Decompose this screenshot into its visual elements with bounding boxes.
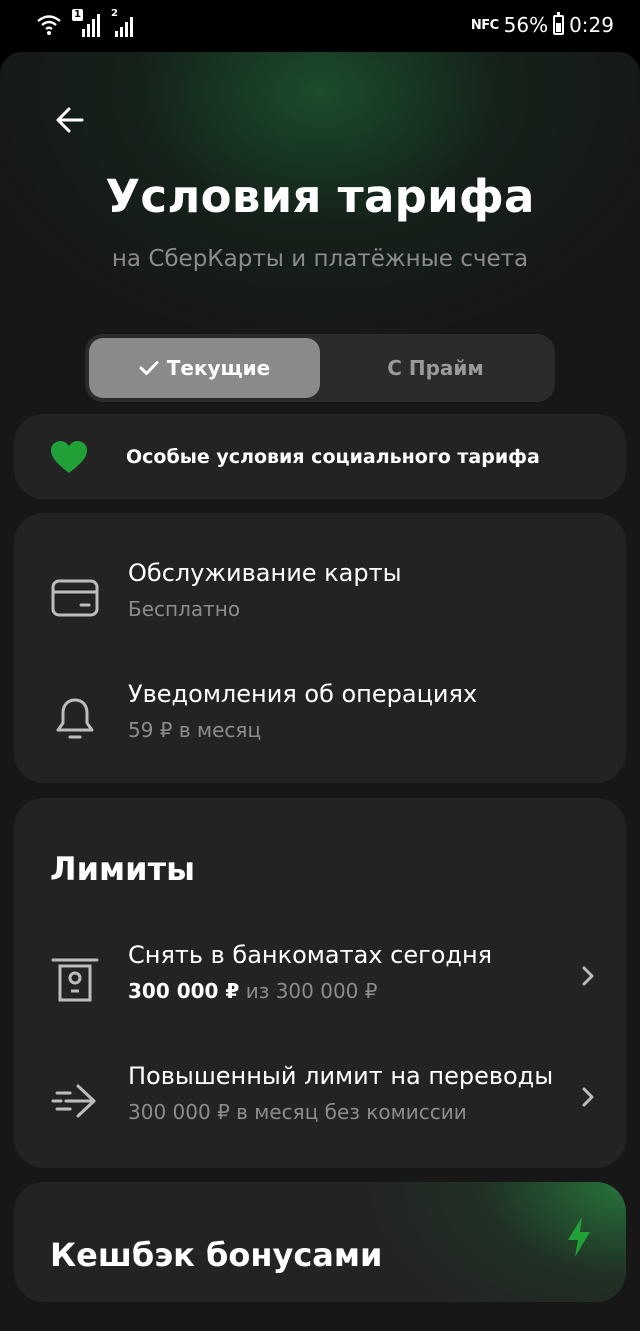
nfc-indicator: NFC <box>470 17 499 33</box>
item-title: Снять в банкоматах сегодня <box>128 941 493 969</box>
chevron-right-icon <box>576 1082 600 1112</box>
item-title: Уведомления об операциях <box>128 680 478 708</box>
tariff-switcher: Текущие С Прайм <box>85 334 555 402</box>
lightning-icon <box>568 1217 590 1257</box>
limits-title: Лимиты <box>50 850 196 888</box>
card-icon <box>48 571 102 625</box>
social-tariff-banner[interactable]: Особые условия социального тарифа <box>14 414 626 499</box>
clock: 0:29 <box>569 13 614 37</box>
signal-sim2: 2 <box>110 8 138 39</box>
signal-bars-icon <box>82 14 100 37</box>
arrow-left-icon <box>56 107 84 133</box>
limits-card: Лимиты Снять в банкоматах сегодня 300 00… <box>14 798 626 1168</box>
item-title: Обслуживание карты <box>128 559 402 587</box>
list-item-transfer-limit[interactable]: Повышенный лимит на переводы 300 000 ₽ в… <box>14 1062 626 1152</box>
social-tariff-label: Особые условия социального тарифа <box>126 445 540 468</box>
item-subtitle: 300 000 ₽ в месяц без комиссии <box>128 1100 467 1124</box>
bell-icon <box>48 692 102 746</box>
back-button[interactable] <box>48 98 92 142</box>
cashback-title: Кешбэк бонусами <box>50 1236 383 1274</box>
tab-current[interactable]: Текущие <box>89 338 320 398</box>
status-left: 1 2 <box>36 8 138 40</box>
page-subtitle: на СберКарты и платёжные счета <box>111 246 529 272</box>
signal-sim1: 1 <box>72 9 100 39</box>
page-title: Условия тарифа <box>105 170 535 223</box>
item-title: Повышенный лимит на переводы <box>128 1062 554 1090</box>
item-subtitle: 300 000 ₽ из 300 000 ₽ <box>128 979 377 1003</box>
tab-prime[interactable]: С Прайм <box>320 338 551 398</box>
service-card: Обслуживание карты Бесплатно Уведомления… <box>14 513 626 783</box>
battery-percent: 56% <box>503 13 549 37</box>
atm-limit-total: из 300 000 ₽ <box>245 979 378 1003</box>
tab-prime-label: С Прайм <box>387 356 484 380</box>
signal-bars-icon <box>115 17 133 37</box>
status-right: NFC 56% 0:29 <box>471 10 614 40</box>
tariff-screen: Условия тарифа на СберКарты и платёжные … <box>0 52 640 1331</box>
status-bar: 1 2 NFC 56% 0:29 <box>0 0 640 52</box>
list-item-notifications[interactable]: Уведомления об операциях 59 ₽ в месяц <box>14 680 626 770</box>
atm-icon <box>48 953 102 1007</box>
chevron-right-icon <box>576 961 600 991</box>
heart-icon <box>51 440 87 473</box>
cashback-card[interactable]: Кешбэк бонусами <box>14 1182 626 1302</box>
item-subtitle: Бесплатно <box>128 597 241 621</box>
item-subtitle: 59 ₽ в месяц <box>128 718 262 742</box>
list-item-card-service[interactable]: Обслуживание карты Бесплатно <box>14 559 626 649</box>
check-icon <box>139 361 159 375</box>
tab-current-label: Текущие <box>166 356 271 380</box>
battery-icon <box>553 12 565 35</box>
list-item-atm-limit[interactable]: Снять в банкоматах сегодня 300 000 ₽ из … <box>14 941 626 1031</box>
atm-limit-value: 300 000 ₽ <box>128 979 240 1003</box>
wifi-icon <box>37 15 61 35</box>
transfer-icon <box>48 1074 102 1128</box>
